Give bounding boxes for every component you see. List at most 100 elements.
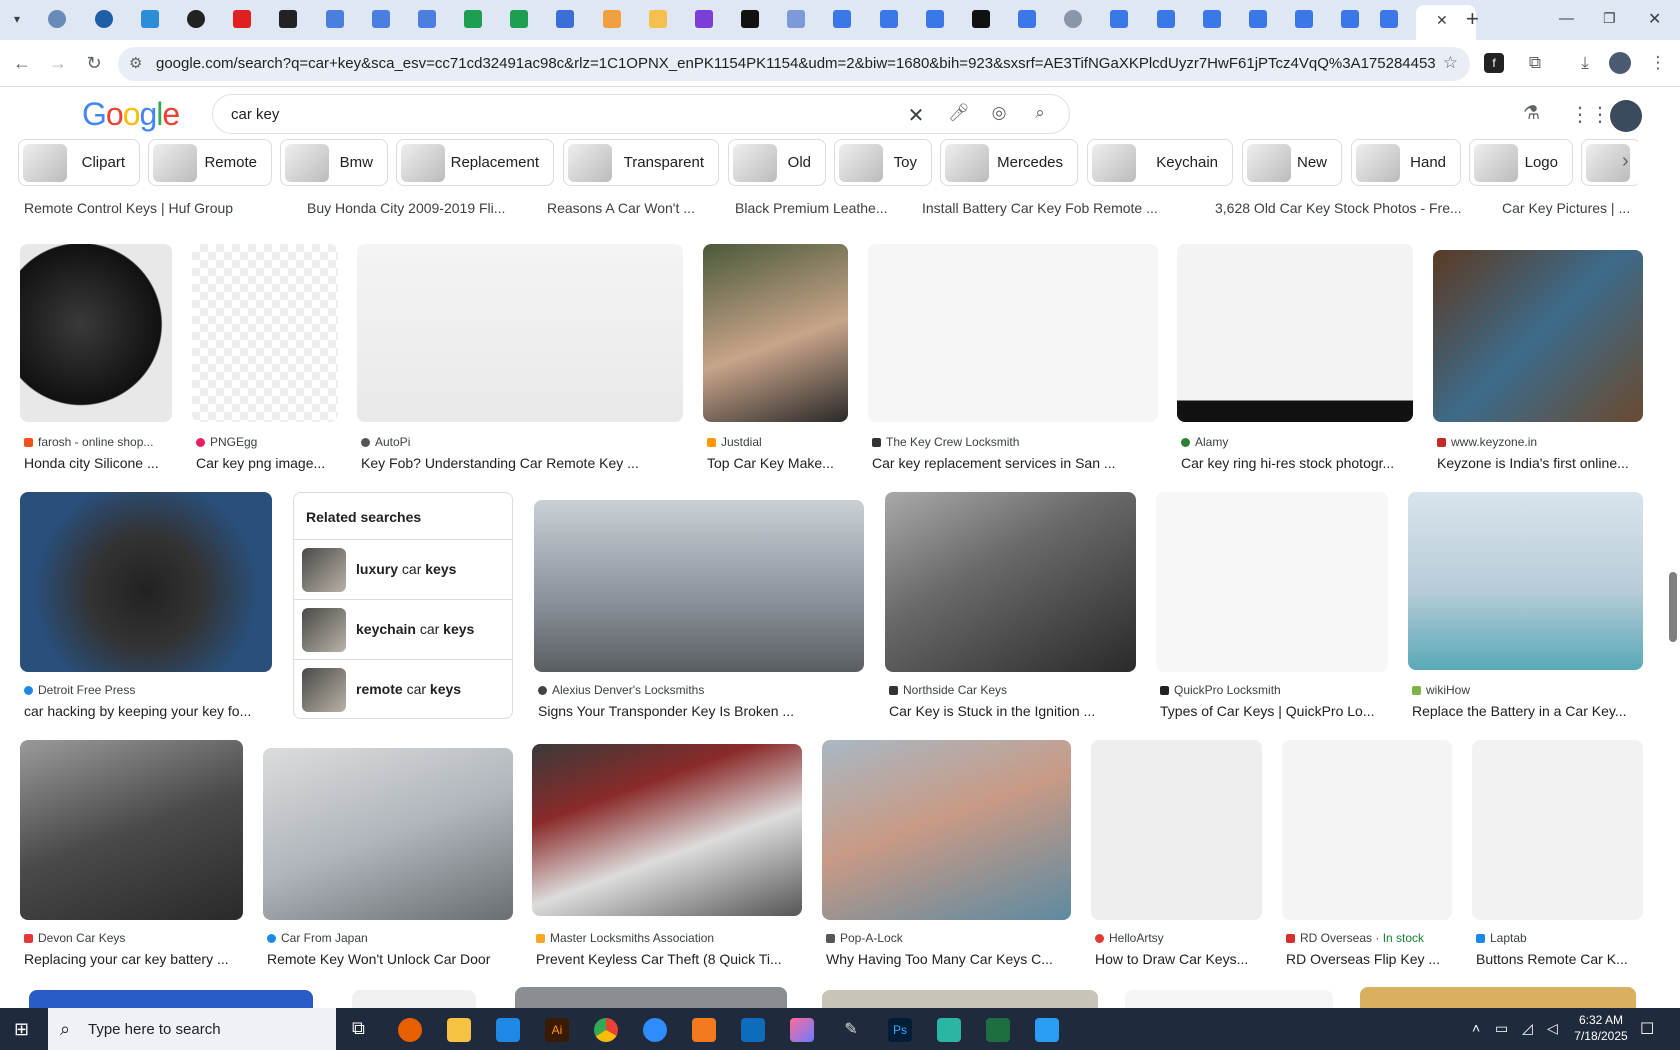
back-icon[interactable]: ← <box>11 52 33 74</box>
tab-favicon[interactable] <box>695 10 713 28</box>
result-title[interactable]: Key Fob? Understanding Car Remote Key ..… <box>361 455 681 471</box>
volume-icon[interactable]: ◁ <box>1547 1020 1558 1037</box>
tray-chevron-icon[interactable]: ˄ <box>1472 1020 1480 1036</box>
outlook-icon[interactable] <box>741 1018 765 1042</box>
image-card[interactable]: Pop-A-Lock Why Having Too Many Car Keys … <box>822 740 1071 970</box>
result-title[interactable]: Why Having Too Many Car Keys C... <box>826 951 1075 967</box>
tab-favicon[interactable] <box>464 10 482 28</box>
chip-old[interactable]: Old <box>728 139 826 186</box>
notifications-icon[interactable]: ☐ <box>1640 1019 1654 1039</box>
result-source[interactable]: Master Locksmiths Association <box>536 931 714 945</box>
scrollbar-thumb[interactable] <box>1669 572 1677 642</box>
result-image[interactable] <box>703 244 848 422</box>
result-source[interactable]: Laptab <box>1476 931 1527 945</box>
account-avatar[interactable] <box>1610 100 1642 132</box>
clock[interactable]: 6:32 AM 7/18/2025 <box>1572 1012 1630 1044</box>
image-card[interactable]: Laptab Buttons Remote Car K... <box>1472 740 1643 970</box>
tab-favicon[interactable] <box>556 10 574 28</box>
result-image[interactable] <box>885 492 1136 672</box>
result-title[interactable]: Buttons Remote Car K... <box>1476 951 1644 967</box>
page-scrollbar[interactable] <box>1666 88 1680 1008</box>
result-title[interactable]: Signs Your Transponder Key Is Broken ... <box>538 703 868 719</box>
firefox-icon[interactable] <box>398 1018 422 1042</box>
result-image[interactable] <box>1282 740 1452 920</box>
tab-favicon[interactable] <box>48 10 66 28</box>
image-card[interactable]: PNGEgg Car key png image... <box>192 244 338 474</box>
result-title[interactable]: Remote Key Won't Unlock Car Door <box>267 951 517 967</box>
image-card[interactable]: The Key Crew Locksmith Car key replaceme… <box>868 244 1158 474</box>
result-title[interactable]: car hacking by keeping your key fo... <box>24 703 272 719</box>
result-title[interactable]: Prevent Keyless Car Theft (8 Quick Ti... <box>536 951 806 967</box>
result-title[interactable]: Honda city Silicone ... <box>24 455 174 471</box>
result-title[interactable]: Install Battery Car Key Fob Remote ... <box>922 200 1172 216</box>
file-explorer-icon[interactable] <box>447 1018 471 1042</box>
tab-favicon[interactable] <box>510 10 528 28</box>
vscode-icon[interactable] <box>496 1018 520 1042</box>
chrome-icon[interactable] <box>594 1018 618 1042</box>
forward-icon[interactable]: → <box>47 52 69 74</box>
result-image[interactable] <box>357 244 683 422</box>
result-title[interactable]: Car key png image... <box>196 455 342 471</box>
chip-keychain[interactable]: Keychain <box>1087 139 1233 186</box>
result-source[interactable]: PNGEgg <box>196 435 257 449</box>
app-icon[interactable] <box>1035 1018 1059 1042</box>
minimize-icon[interactable]: — <box>1559 10 1574 27</box>
windows-start-icon[interactable]: ⊞ <box>14 1019 29 1040</box>
wifi-icon[interactable]: ◿ <box>1522 1020 1533 1037</box>
chip-mercedes[interactable]: Mercedes <box>940 139 1078 186</box>
result-source[interactable]: Devon Car Keys <box>24 931 125 945</box>
tab-favicon[interactable] <box>833 10 851 28</box>
image-card[interactable]: AutoPi Key Fob? Understanding Car Remote… <box>357 244 683 474</box>
result-title[interactable]: Car Key Pictures | ... <box>1502 200 1642 216</box>
result-title[interactable]: Replace the Battery in a Car Key... <box>1412 703 1642 719</box>
result-image[interactable] <box>1091 740 1262 920</box>
tab-favicon[interactable] <box>603 10 621 28</box>
tab-favicon[interactable] <box>1295 10 1313 28</box>
image-card[interactable]: Devon Car Keys Replacing your car key ba… <box>20 740 243 970</box>
network-icon[interactable]: ▭ <box>1495 1020 1508 1037</box>
app-icon[interactable] <box>937 1018 961 1042</box>
tab-favicon[interactable] <box>1018 10 1036 28</box>
result-image[interactable] <box>20 740 243 920</box>
profile-avatar-icon[interactable] <box>1609 52 1631 74</box>
result-title[interactable]: Keyzone is India's first online... <box>1437 455 1641 471</box>
related-item[interactable]: luxury car keys <box>294 539 512 597</box>
chip-transparent[interactable]: Transparent <box>563 139 719 186</box>
result-source[interactable]: QuickPro Locksmith <box>1160 683 1281 697</box>
tab-favicon[interactable] <box>1157 10 1175 28</box>
google-logo[interactable]: Google <box>82 96 180 133</box>
tab-favicon[interactable] <box>1341 10 1359 28</box>
tab-favicon[interactable] <box>741 10 759 28</box>
image-card[interactable]: wikiHow Replace the Battery in a Car Key… <box>1408 492 1643 722</box>
tab-favicon[interactable] <box>972 10 990 28</box>
result-source[interactable]: Justdial <box>707 435 762 449</box>
app-icon[interactable] <box>692 1018 716 1042</box>
result-source[interactable]: HelloArtsy <box>1095 931 1164 945</box>
result-title[interactable]: Remote Control Keys | Huf Group <box>24 200 274 216</box>
tab-favicon[interactable] <box>1249 10 1267 28</box>
voice-search-icon[interactable]: 🎤︎ <box>948 103 970 123</box>
result-source[interactable]: Alamy <box>1181 435 1228 449</box>
tab-favicon[interactable] <box>880 10 898 28</box>
result-title[interactable]: Car Key is Stuck in the Ignition ... <box>889 703 1139 719</box>
result-title[interactable]: Buy Honda City 2009-2019 Fli... <box>307 200 517 216</box>
pen-icon[interactable]: ✎ <box>839 1018 863 1042</box>
result-source[interactable]: Northside Car Keys <box>889 683 1007 697</box>
tab-favicon[interactable] <box>372 10 390 28</box>
task-view-icon[interactable]: ⧉ <box>352 1018 365 1039</box>
result-image[interactable] <box>29 990 313 1008</box>
tab-favicon[interactable] <box>649 10 667 28</box>
address-bar[interactable]: ⚙ google.com/search?q=car+key&sca_esv=cc… <box>118 47 1470 81</box>
chip-hand[interactable]: Hand <box>1351 139 1461 186</box>
taskbar-search[interactable]: ⌕ Type here to search <box>48 1008 336 1050</box>
close-window-icon[interactable]: ✕ <box>1648 9 1661 29</box>
result-source[interactable]: Alexius Denver's Locksmiths <box>538 683 704 697</box>
result-title[interactable]: Car key ring hi-res stock photogr... <box>1181 455 1417 471</box>
image-card[interactable]: HelloArtsy How to Draw Car Keys... <box>1091 740 1262 970</box>
result-image[interactable] <box>352 990 476 1008</box>
image-card[interactable]: farosh - online shop... Honda city Silic… <box>20 244 172 474</box>
chip-new[interactable]: New <box>1242 139 1342 186</box>
tab-favicon[interactable] <box>1203 10 1221 28</box>
result-image[interactable] <box>515 987 787 1008</box>
download-icon[interactable]: ⤓ <box>1572 50 1598 76</box>
